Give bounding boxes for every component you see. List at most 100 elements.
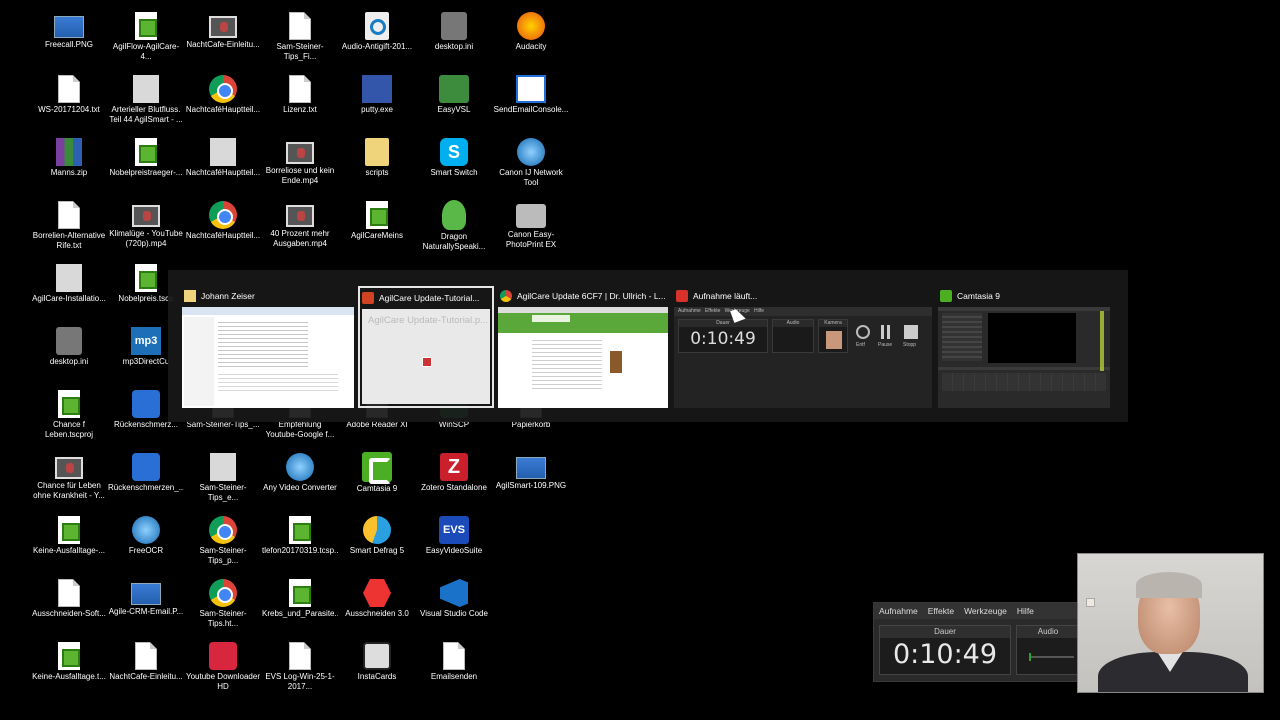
desktop-icon-label: Visual Studio Code xyxy=(420,609,488,618)
desktop-icon[interactable]: EVS Log-Win-25-1-2017... xyxy=(262,640,338,700)
menu-hilfe[interactable]: Hilfe xyxy=(1017,603,1034,619)
desktop-icon[interactable]: SendEmailConsole... xyxy=(493,73,569,133)
desktop-icon-label: putty.exe xyxy=(361,105,393,114)
desktop-icon-label: Freecall.PNG xyxy=(44,40,93,49)
desktop-icon[interactable]: Keine-Ausfalltage-... xyxy=(31,514,107,574)
menu-werkzeuge[interactable]: Werkzeuge xyxy=(964,603,1007,619)
task-chrome[interactable]: AgilCare Update 6CF7 | Dr. Ullrich - L..… xyxy=(498,286,668,408)
desktop-icon[interactable]: scripts xyxy=(339,136,415,196)
menu-effekte[interactable]: Effekte xyxy=(928,603,954,619)
desktop-icon-label: Audacity xyxy=(515,42,547,51)
desktop-icon[interactable]: Sam-Steiner-Tips_Fi... xyxy=(262,10,338,70)
desktop-icon[interactable]: Rückenschmerzen_... xyxy=(108,451,184,511)
desktop-icon[interactable]: EasyVSL xyxy=(416,73,492,133)
desktop-icon[interactable]: Smart Defrag 5 xyxy=(339,514,415,574)
desktop-icon-label: Canon Easy-PhotoPrint EX xyxy=(505,230,557,249)
task-explorer[interactable]: Johann Zeiser xyxy=(182,286,354,408)
chrome-icon xyxy=(209,516,237,544)
desktop-icon-label: Agile-CRM-Email.P... xyxy=(108,607,184,616)
desktop-icon[interactable]: Youtube Downloader HD xyxy=(185,640,261,700)
desktop-icon[interactable]: NachtCafe-Einleitu... xyxy=(185,10,261,70)
desktop-icon[interactable]: Audacity xyxy=(493,10,569,70)
desktop-icon[interactable]: EVS EasyVideoSuite xyxy=(416,514,492,574)
desktop-icon[interactable]: Canon IJ Network Tool xyxy=(493,136,569,196)
desktop-icon[interactable]: WS-20171204.txt xyxy=(31,73,107,133)
desktop-icon[interactable]: 40 Prozent mehr Ausgaben.mp4 xyxy=(262,199,338,259)
task-thumbnail xyxy=(498,307,668,408)
scan-icon xyxy=(133,75,159,103)
desktop-icon[interactable]: Manns.zip xyxy=(31,136,107,196)
desktop-icon-label: Sam-Steiner-Tips_p... xyxy=(199,546,247,565)
desktop-icon[interactable]: S Smart Switch xyxy=(416,136,492,196)
desktop-icon[interactable]: Krebs_und_Parasite... xyxy=(262,577,338,637)
desktop-icon[interactable]: Lizenz.txt xyxy=(262,73,338,133)
task-recorder[interactable]: Aufnahme läuft... Aufnahme Effekte Werkz… xyxy=(674,286,932,408)
desktop-icon[interactable]: desktop.ini xyxy=(31,325,107,385)
audio-level-slider[interactable] xyxy=(1029,653,1074,661)
webcam-overlay xyxy=(1077,553,1264,693)
desktop-icon[interactable]: AgilCareMeins xyxy=(339,199,415,259)
desktop-icon[interactable]: Dragon NaturallySpeaki... xyxy=(416,199,492,259)
desktop-icon[interactable]: Klimalüge - YouTube (720p).mp4 xyxy=(108,199,184,259)
desktop-icon[interactable]: Borreliose und kein Ende.mp4 xyxy=(262,136,338,196)
desktop-icon-label: Sam-Steiner-Tips.ht... xyxy=(199,609,247,628)
video-icon xyxy=(132,205,160,227)
gear-icon xyxy=(56,327,82,355)
desktop-icon[interactable]: FreeOCR xyxy=(108,514,184,574)
desktop-icon[interactable]: AgilFlow-AgilCare-4... xyxy=(108,10,184,70)
scan-icon xyxy=(210,453,236,481)
desktop-icon[interactable]: NachtcaféHauptteil... xyxy=(185,199,261,259)
task-powerpoint[interactable]: AgilCare Update-Tutorial... AgilCare Upd… xyxy=(358,286,494,408)
task-camtasia[interactable]: Camtasia 9 xyxy=(938,286,1110,408)
doc-icon xyxy=(58,75,80,103)
desktop-icon[interactable]: NachtcaféHauptteil... xyxy=(185,73,261,133)
desktop-icon-label: Smart Defrag 5 xyxy=(349,546,405,555)
desktop-icon-label: scripts xyxy=(365,168,389,177)
desktop-icon[interactable]: Arterieller Blutfluss. Teil 44 AgilSmart… xyxy=(108,73,184,133)
desktop-icon[interactable]: Z Zotero Standalone xyxy=(416,451,492,511)
desktop-icon[interactable]: Camtasia 9 xyxy=(339,451,415,511)
folder-icon xyxy=(184,290,196,302)
doc-icon xyxy=(289,12,311,40)
desktop-icon[interactable]: Borrelien-Alternative Rife.txt xyxy=(31,199,107,259)
desktop-icon[interactable]: tlefon20170319.tcsp... xyxy=(262,514,338,574)
desktop-icon[interactable]: Any Video Converter xyxy=(262,451,338,511)
desktop-icon-label: Lizenz.txt xyxy=(283,105,317,114)
desktop-icon[interactable]: AgilCare-Installatio... xyxy=(31,262,107,322)
desktop-icon[interactable]: Chance für Leben ohne Krankheit - Y... xyxy=(31,451,107,511)
proj-icon xyxy=(58,516,80,544)
powerpoint-file-icon xyxy=(422,357,432,367)
desktop-icon[interactable]: Chance f Leben.tscproj xyxy=(31,388,107,448)
desktop-icon[interactable]: putty.exe xyxy=(339,73,415,133)
desktop-icon-label: NachtcaféHauptteil... xyxy=(185,105,261,114)
desktop-icon[interactable]: Agile-CRM-Email.P... xyxy=(108,577,184,637)
audio-panel: Audio xyxy=(1016,625,1080,675)
desktop-icon[interactable]: Sam-Steiner-Tips_p... xyxy=(185,514,261,574)
task-title: AgilCare Update-Tutorial... xyxy=(379,293,480,303)
thumb-timer: 0:10:49 xyxy=(690,329,756,349)
task-title: Aufnahme läuft... xyxy=(693,291,758,301)
desktop-icon[interactable]: Freecall.PNG xyxy=(31,10,107,70)
desktop-icon[interactable]: Audio-Antigift-201... xyxy=(339,10,415,70)
desktop-icon-label: Zotero Standalone xyxy=(421,483,487,492)
desktop-icon[interactable]: Emailsenden xyxy=(416,640,492,700)
desktop-icon[interactable]: desktop.ini xyxy=(416,10,492,70)
desktop-icon-label: InstaCards xyxy=(357,672,397,681)
desktop-icon[interactable]: Keine-Ausfalltage.t... xyxy=(31,640,107,700)
desktop-icon[interactable]: Nobelpreistraeger-... xyxy=(108,136,184,196)
instacards-icon xyxy=(363,642,391,670)
desktop-icon[interactable]: Sam-Steiner-Tips_e... xyxy=(185,451,261,511)
desktop-icon[interactable]: NachtcaféHauptteil... xyxy=(185,136,261,196)
evs-icon: EVS xyxy=(439,516,469,544)
desktop-icon[interactable]: Ausschneiden-Soft... xyxy=(31,577,107,637)
desktop-icon[interactable]: Sam-Steiner-Tips.ht... xyxy=(185,577,261,637)
menu-aufnahme[interactable]: Aufnahme xyxy=(879,603,918,619)
desktop-icon[interactable]: Canon Easy-PhotoPrint EX xyxy=(493,199,569,259)
desktop-icon[interactable]: InstaCards xyxy=(339,640,415,700)
desktop-icon[interactable]: NachtCafe-Einleitu... xyxy=(108,640,184,700)
desktop-icon-label: Emailsenden xyxy=(430,672,478,681)
desktop-icon[interactable]: Ausschneiden 3.0 xyxy=(339,577,415,637)
blue-icon xyxy=(132,453,160,481)
desktop-icon[interactable]: AgilSmart-109.PNG xyxy=(493,451,569,511)
desktop-icon[interactable]: Visual Studio Code xyxy=(416,577,492,637)
